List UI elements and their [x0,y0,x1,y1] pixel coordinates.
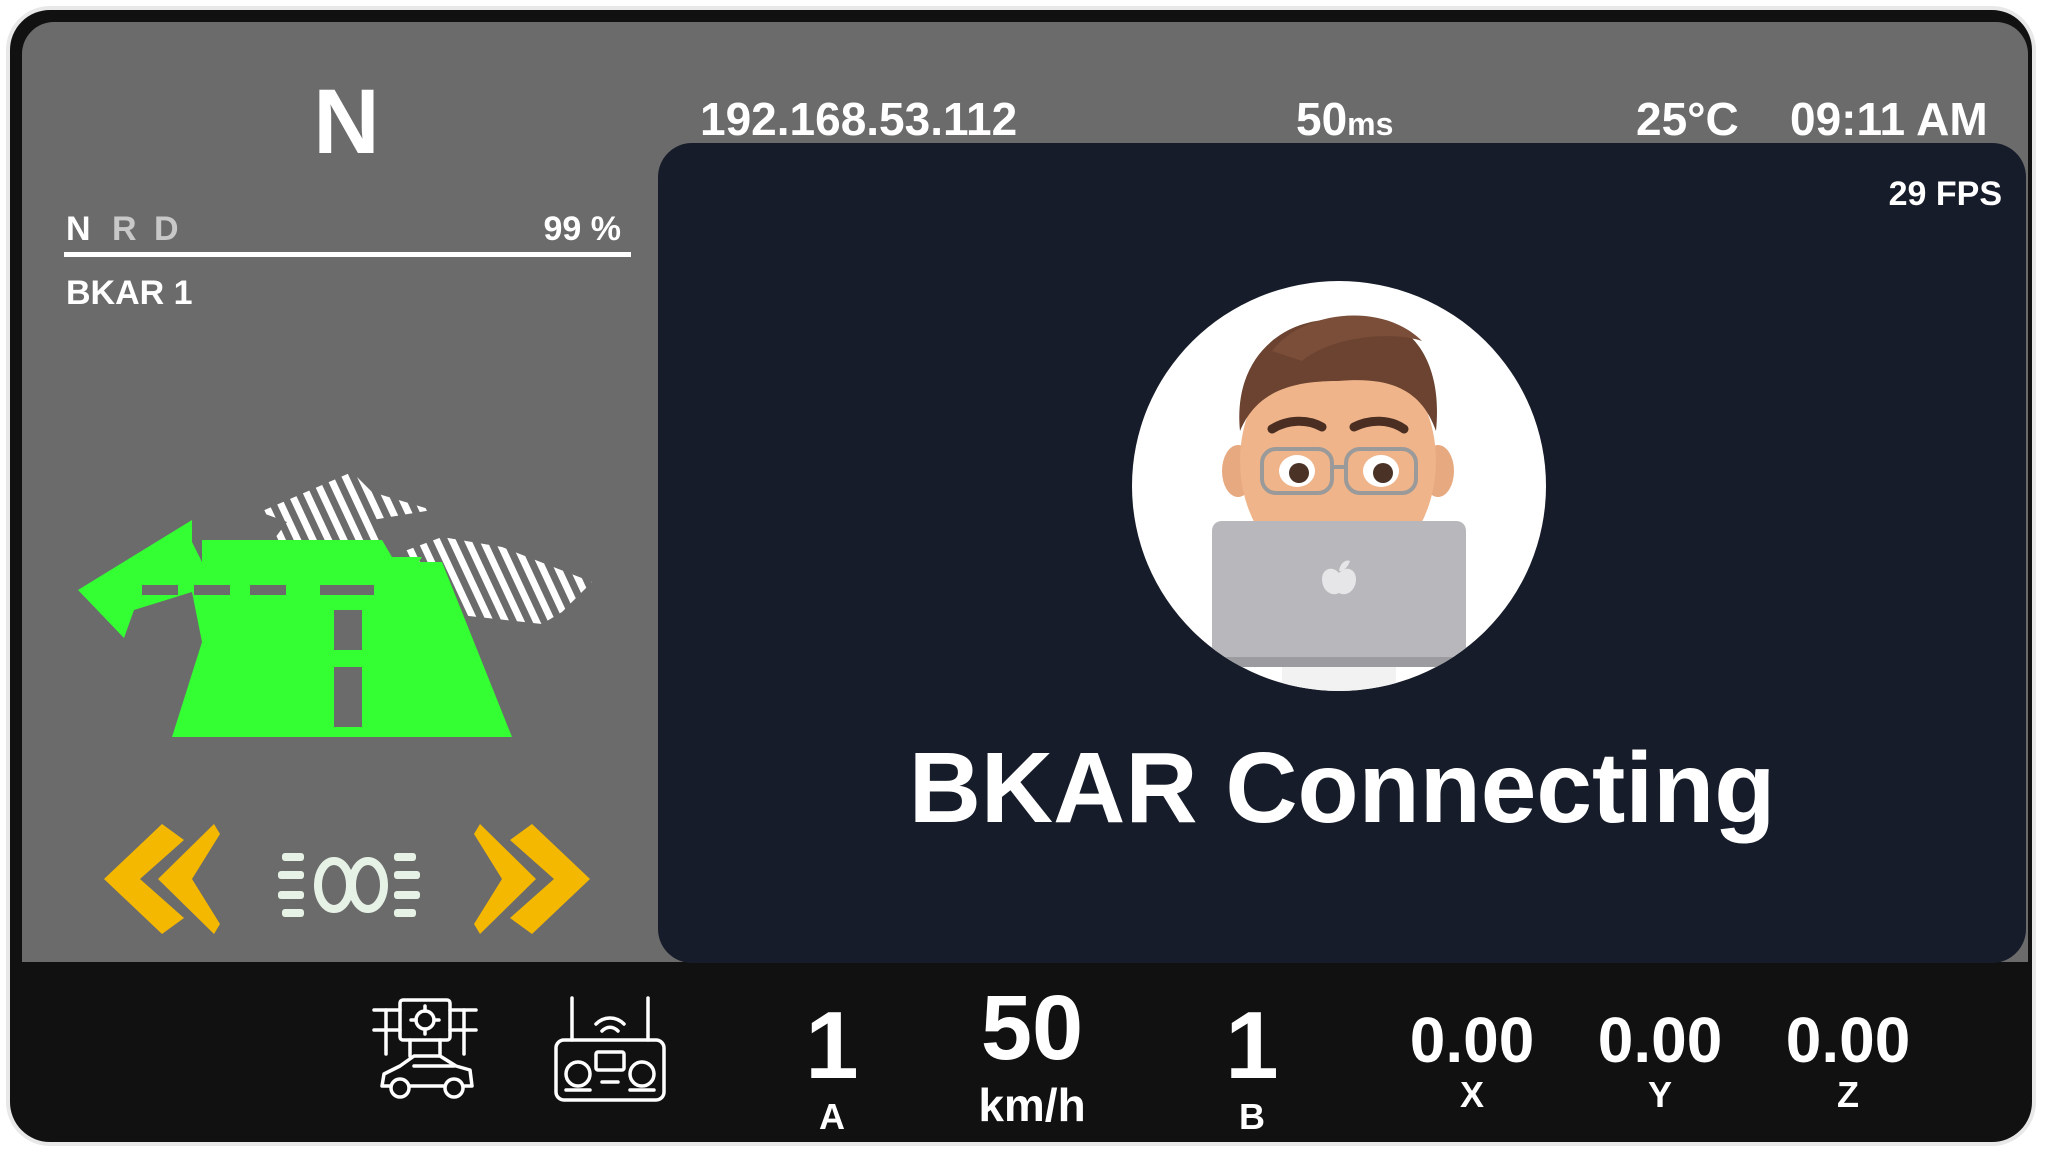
dashboard-frame: N 192.168.53.112 50ms 25°C 09:11 AM N R … [6,6,2036,1146]
temperature: 25°C [1636,93,1739,145]
readout-z-value: 0.00 [1785,1004,1911,1076]
gear-option-r[interactable]: R [112,210,137,249]
gear-divider [64,252,631,257]
readout-a: 1 A [782,998,882,1138]
gear-option-d[interactable]: D [154,210,179,249]
readout-b-value: 1 [1225,992,1279,1099]
readout-z-label: Z [1837,1074,1859,1115]
readout-a-value: 1 [805,992,859,1099]
telemetry-bar: 1 A 50 km/h 1 B 0.00 X 0.00 Y 0.00 Z [22,962,2028,1142]
speed-value: 50 [980,977,1084,1079]
readout-x-value: 0.00 [1409,1004,1535,1076]
autonomous-driving-icon[interactable] [370,994,480,1104]
latency-unit: ms [1347,106,1394,142]
turn-right-signal-icon[interactable] [474,824,594,934]
memoji-laptop-icon [1212,315,1466,691]
readout-b: 1 B [1202,998,1302,1138]
readout-x-label: X [1459,1074,1484,1115]
clock: 09:11 AM [1790,93,1988,145]
turn-left-navigation-icon [78,472,592,737]
readout-y-value: 0.00 [1597,1004,1723,1076]
connection-status: BKAR Connecting [908,732,1776,844]
video-feed-panel[interactable]: 29 FPS BKAR Connecting [658,143,2026,963]
readout-y-label: Y [1647,1074,1672,1115]
avatar [1132,281,1546,691]
battery-level: 99 % [543,210,622,248]
remote-controller-icon[interactable] [552,994,668,1104]
turn-left-signal-icon[interactable] [100,824,220,934]
vehicle-name: BKAR 1 [66,274,193,312]
gear-selector: N R D 99 % [66,210,631,249]
readout-a-label: A [819,1096,845,1137]
headlight-icon[interactable] [274,847,424,927]
ip-address: 192.168.53.112 [700,93,1018,145]
current-gear: N [313,71,381,173]
fps-counter: 29 FPS [1888,175,2002,213]
gear-option-n[interactable]: N [66,210,91,249]
readout-x: 0.00 X [1382,1008,1562,1116]
readout-z: 0.00 Z [1758,1008,1938,1116]
readout-y: 0.00 Y [1570,1008,1750,1116]
latency: 50ms [1296,92,1393,146]
latency-value: 50 [1296,93,1348,145]
speed-readout: 50 km/h [942,982,1122,1132]
speed-unit: km/h [978,1079,1086,1131]
readout-b-label: B [1239,1096,1265,1137]
